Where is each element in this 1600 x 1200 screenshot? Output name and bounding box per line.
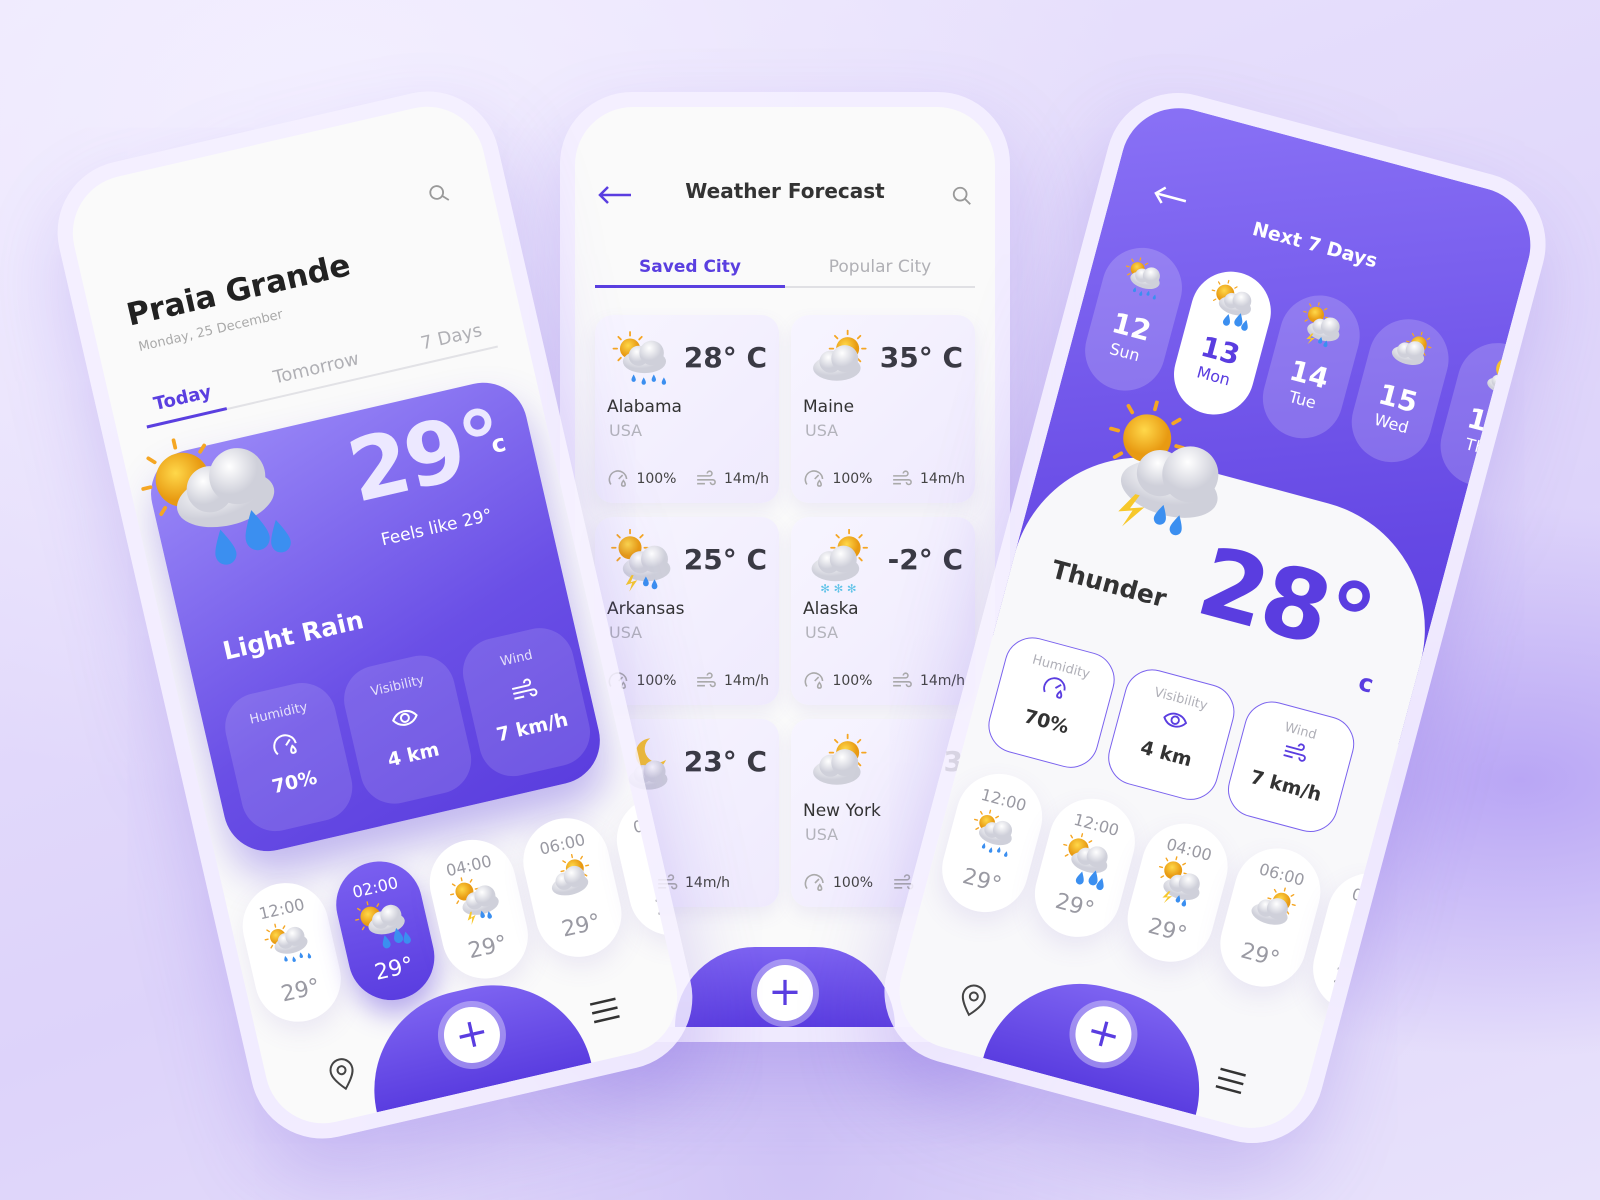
city-humidity: 100% <box>832 471 873 487</box>
city-card[interactable]: ✻ ✻ ✻ -2° C Alaska USA 100% 14m/h <box>791 517 975 705</box>
menu-icon[interactable] <box>1213 1065 1248 1096</box>
temp-unit: c <box>1355 667 1377 699</box>
location-pin-icon[interactable] <box>324 1054 361 1094</box>
city-temp: 35° C <box>879 341 963 374</box>
visibility-stat: Visibility 4 km <box>1101 663 1241 807</box>
current-weather-card: 29° c Feels like 29° Light Rain Humidity… <box>141 374 609 860</box>
city-stats: 100% 14m/h <box>803 467 965 491</box>
eye-icon <box>392 709 418 726</box>
wind-icon <box>697 672 717 688</box>
city-country: USA <box>805 623 839 642</box>
stat-value: 4 km <box>385 738 442 772</box>
city-card[interactable]: 25° C Arkansas USA 100% 14m/h <box>595 517 779 705</box>
city-humidity: 100% <box>636 673 677 689</box>
location-pin-icon[interactable] <box>954 980 992 1021</box>
add-button[interactable]: + <box>438 1001 506 1069</box>
city-country: USA <box>609 623 643 642</box>
city-country: USA <box>609 421 643 440</box>
light-rain-icon <box>128 409 309 593</box>
city-name: New York <box>803 801 881 821</box>
page-title: Weather Forecast <box>685 179 885 203</box>
city-name: Alaska <box>803 599 859 619</box>
city-card[interactable]: 35° C Maine USA 100% 14m/h <box>791 315 975 503</box>
stat-label: Humidity <box>248 699 310 728</box>
city-temp: 28° C <box>683 341 767 374</box>
humidity-gauge-icon <box>804 672 824 689</box>
city-wind: 14m/h <box>919 471 965 487</box>
stat-value: 70% <box>269 766 320 799</box>
wind-icon <box>893 470 913 486</box>
humidity-stat: Humidity 70% <box>218 676 360 838</box>
menu-icon[interactable] <box>588 995 623 1025</box>
stat-value: 70% <box>1021 705 1072 739</box>
stat-label: Visibility <box>369 672 426 700</box>
stat-value: 4 km <box>1138 736 1195 772</box>
city-wind: 14m/h <box>723 471 769 487</box>
humidity-gauge-icon <box>608 470 628 487</box>
humidity-gauge-icon <box>1043 677 1066 699</box>
tab-7-days[interactable]: 7 Days <box>407 317 497 365</box>
search-icon[interactable] <box>426 181 452 207</box>
add-button[interactable]: + <box>1069 1000 1138 1069</box>
city-country: USA <box>805 825 839 844</box>
humidity-gauge-icon <box>273 734 297 756</box>
humidity-gauge-icon <box>804 873 824 892</box>
tab-today[interactable]: Today <box>140 378 228 429</box>
city-country: USA <box>805 421 839 440</box>
condition-label: Thunder <box>1048 554 1170 614</box>
city-temp: 25° C <box>683 543 767 576</box>
eye-icon <box>1163 712 1188 728</box>
stat-label: Wind <box>498 647 535 670</box>
city-wind: 14m/h <box>919 673 965 689</box>
wind-icon <box>1283 743 1306 762</box>
city-tabs: Saved City Popular City <box>595 257 975 288</box>
humidity-gauge-icon <box>804 470 824 487</box>
visibility-stat: Visibility 4 km <box>337 648 478 811</box>
city-name: Maine <box>803 397 855 417</box>
condition-label: Light Rain <box>220 605 367 666</box>
tab-saved-city[interactable]: Saved City <box>595 257 785 288</box>
city-temp: 23° C <box>683 745 767 778</box>
city-wind: 14m/h <box>723 673 769 689</box>
add-button-container: + <box>675 947 895 1027</box>
wind-stat: Wind 7 km/h <box>456 621 597 783</box>
wind-stat: Wind 7 km/h <box>1221 695 1361 839</box>
city-wind: 14m/h <box>685 875 731 891</box>
wind-icon <box>893 672 913 688</box>
search-icon[interactable] <box>951 185 973 207</box>
stat-value: 7 km/h <box>494 708 571 747</box>
tab-tomorrow[interactable]: Tomorrow <box>260 346 375 399</box>
wind-icon <box>697 470 717 486</box>
city-temp: -2° C <box>887 543 963 576</box>
city-stats: 100% 14m/h <box>607 467 769 491</box>
city-name: Arkansas <box>607 599 685 619</box>
current-temp: 28° <box>1187 525 1384 679</box>
city-card[interactable]: 28° C Alabama USA 100% 14m/h <box>595 315 779 503</box>
city-name: Alabama <box>607 397 682 417</box>
city-humidity: 100% <box>636 471 677 487</box>
city-stats: 100% 14m/h <box>607 669 769 693</box>
wind-icon <box>511 678 538 700</box>
current-temp: 29° <box>339 390 512 523</box>
city-humidity: 100% <box>833 875 874 891</box>
add-button[interactable]: + <box>757 965 813 1021</box>
stat-value: 7 km/h <box>1247 766 1324 807</box>
city-stats: 100% 14m/h <box>803 669 965 693</box>
tab-popular-city[interactable]: Popular City <box>785 257 975 286</box>
city-humidity: 100% <box>832 673 873 689</box>
humidity-stat: Humidity 70% <box>982 631 1121 775</box>
svg-text:✻ ✻ ✻: ✻ ✻ ✻ <box>820 581 856 595</box>
